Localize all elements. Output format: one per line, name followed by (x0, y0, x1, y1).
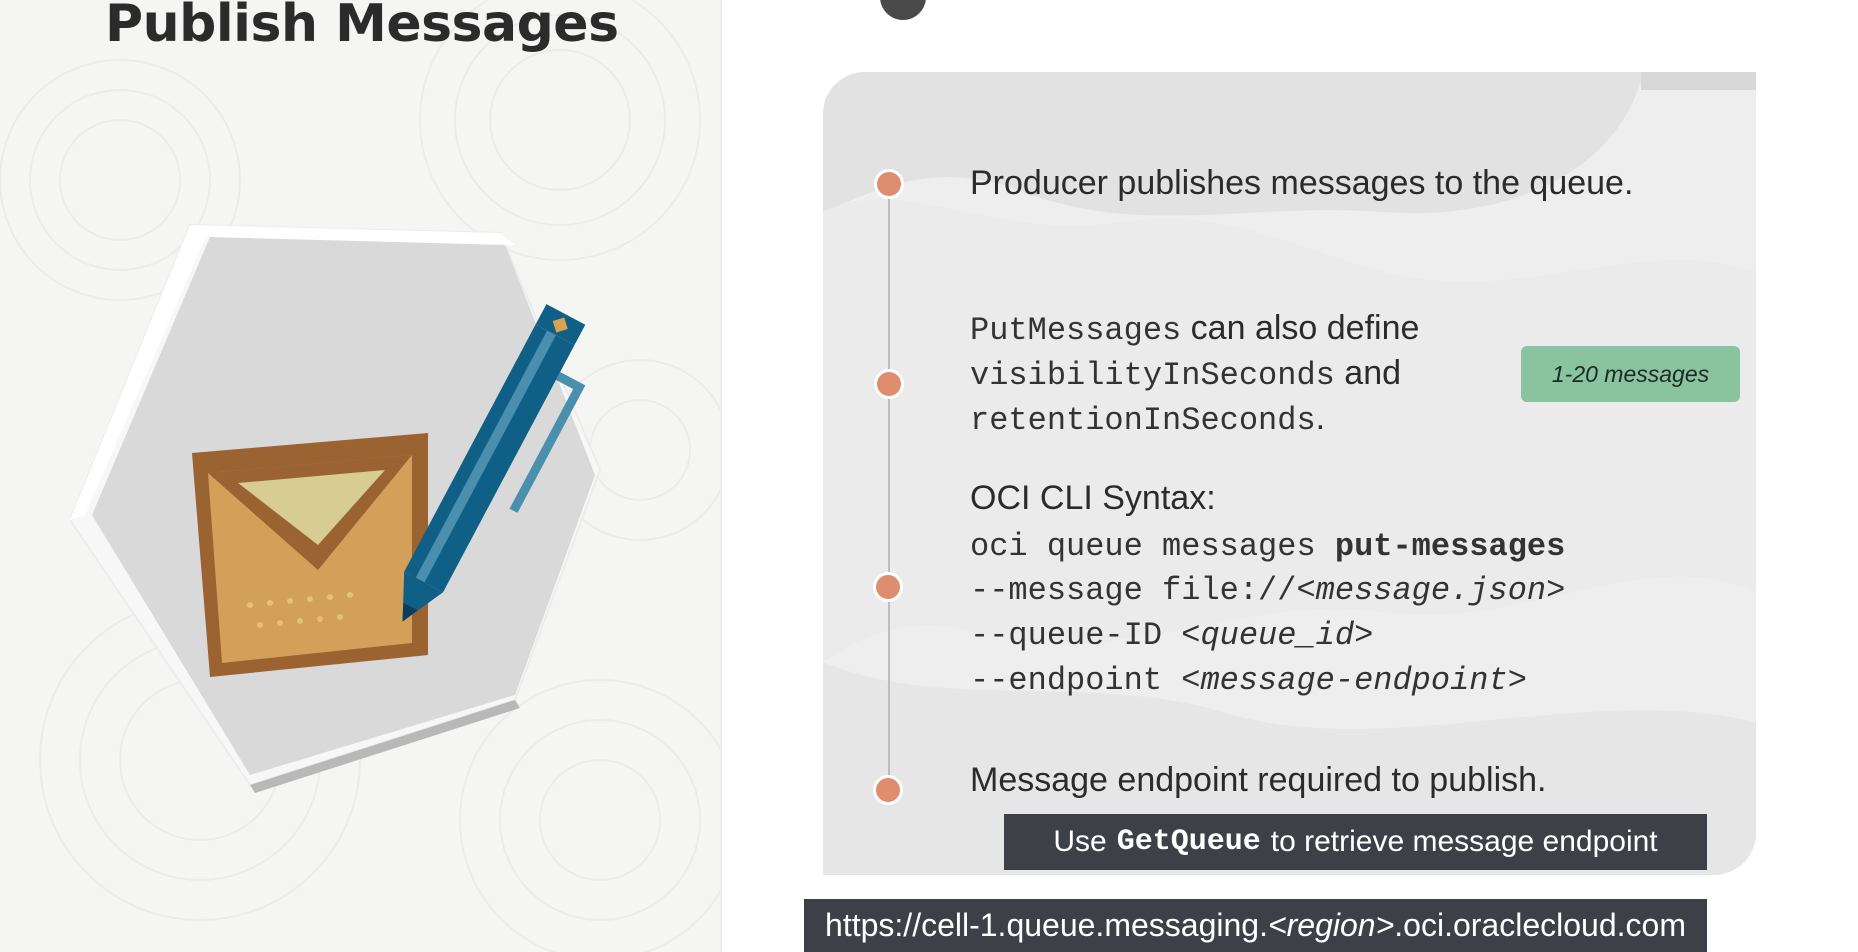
left-panel: Publish Messages (0, 0, 720, 952)
timeline-item-4-text: Message endpoint required to publish. (970, 761, 1547, 799)
code-visibility: visibilityInSeconds (970, 357, 1335, 394)
cli-option-endpoint: --endpoint <message-endpoint> (970, 662, 1527, 699)
corner-accent (1641, 72, 1756, 90)
cli-command-line: oci queue messages put-messages (970, 528, 1566, 565)
code-putmessages: PutMessages (970, 312, 1182, 349)
code-getqueue: GetQueue (1116, 825, 1261, 859)
timeline-item-2-line-2: visibilityInSeconds and (970, 354, 1402, 394)
cli-option-queue-id: --queue-ID <queue_id> (970, 617, 1374, 654)
timeline-dot-3 (873, 572, 903, 602)
cli-syntax-heading: OCI CLI Syntax: (970, 479, 1216, 517)
page-title: Publish Messages (105, 0, 619, 54)
message-limit-badge: 1-20 messages (1521, 346, 1740, 402)
timeline-item-1-text: Producer publishes messages to the queue… (970, 164, 1634, 202)
timeline-line (888, 184, 890, 790)
navigation-dot[interactable] (880, 0, 926, 20)
getqueue-note: Use GetQueue to retrieve message endpoint (1004, 814, 1707, 870)
endpoint-url: https://cell-1.queue.messaging. <region>.… (804, 899, 1707, 952)
cli-option-message: --message file://<message.json> (970, 572, 1566, 609)
timeline-dot-2 (874, 369, 904, 399)
timeline-item-2-line-3: retentionInSeconds. (970, 399, 1326, 439)
timeline-item-2-line-1: PutMessages can also define (970, 309, 1420, 349)
code-retention: retentionInSeconds (970, 402, 1316, 439)
timeline-dot-1 (874, 169, 904, 199)
timeline-dot-4 (873, 775, 903, 805)
envelope-pencil-icon (70, 223, 602, 793)
panel-divider (720, 0, 722, 952)
